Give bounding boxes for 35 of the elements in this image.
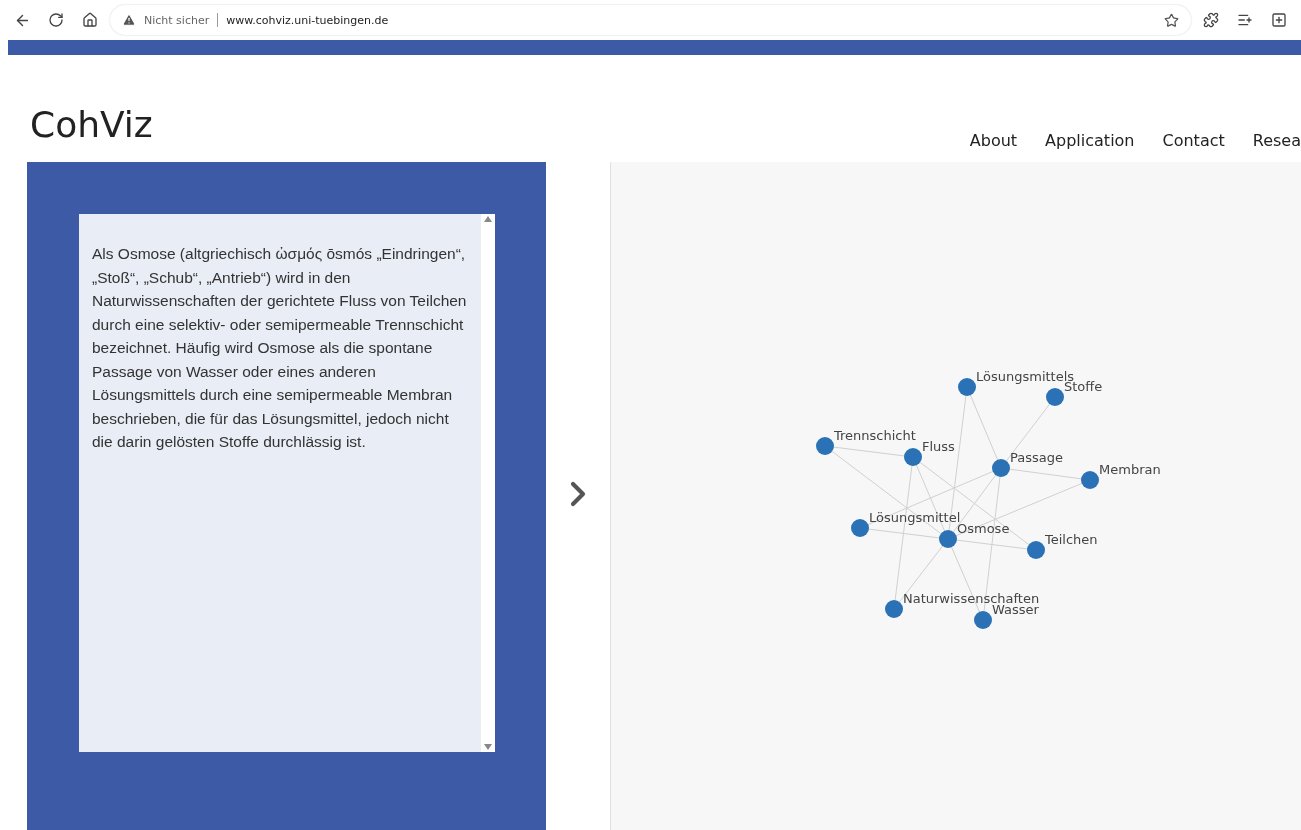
graph-node[interactable] [1046, 388, 1064, 406]
scroll-down-icon[interactable] [484, 744, 493, 750]
favorite-star-icon[interactable] [1164, 12, 1179, 28]
nav-link[interactable]: Application [1045, 131, 1135, 150]
graph-node[interactable] [939, 530, 957, 548]
graph-node[interactable] [958, 378, 976, 396]
graph-node[interactable] [885, 600, 903, 618]
security-label: Nicht sicher [144, 13, 210, 27]
reload-icon [48, 12, 64, 28]
node-label: Teilchen [1045, 532, 1098, 547]
essay-text: Als Osmose (altgriechisch ὠσμός ōsmós „Eindringen“, „Stoß“, „Schub“, „Antrieb“) wird in den Naturwissenschaften der gerichtete Fluss von Teilchen durch eine selektiv- oder semipermeable Trennschicht bezeichnet. Häufig wird Osmose als die spontane Passage von Wasser oder eines anderen Lösungsmittels durch eine semipermeable Membran beschrieben, die für das Lösungsmittel, jedoch nicht die darin gelösten Stoffe durchlässig ist. [91, 244, 468, 452]
node-label: Membran [1099, 462, 1161, 477]
url-text: www.cohviz.uni-tuebingen.de [226, 13, 389, 27]
node-label: Trennschicht [834, 428, 916, 443]
node-label: Fluss [922, 439, 955, 454]
graph-node[interactable] [1081, 471, 1099, 489]
graph-node[interactable] [816, 437, 834, 455]
node-label: Passage [1010, 450, 1063, 465]
nav-link[interactable]: Contact [1162, 131, 1225, 150]
graph-node[interactable] [851, 519, 869, 537]
graph-node[interactable] [1027, 541, 1045, 559]
square-plus-icon [1271, 12, 1287, 28]
home-icon [82, 12, 98, 28]
site-title: CohViz [30, 103, 153, 147]
list-icon [1237, 12, 1253, 28]
nav-link[interactable]: About [969, 131, 1018, 150]
graph-node[interactable] [974, 611, 992, 629]
nav-link[interactable]: Resea [1252, 131, 1301, 150]
scrollbar[interactable] [481, 214, 496, 752]
warning-icon [122, 13, 136, 27]
graph-node[interactable] [904, 448, 922, 466]
puzzle-icon [1203, 12, 1219, 28]
address-bar[interactable]: Nicht sicher www.cohviz.uni-tuebingen.de [110, 5, 1191, 35]
graph-node[interactable] [992, 459, 1010, 477]
scroll-up-icon[interactable] [484, 216, 493, 222]
